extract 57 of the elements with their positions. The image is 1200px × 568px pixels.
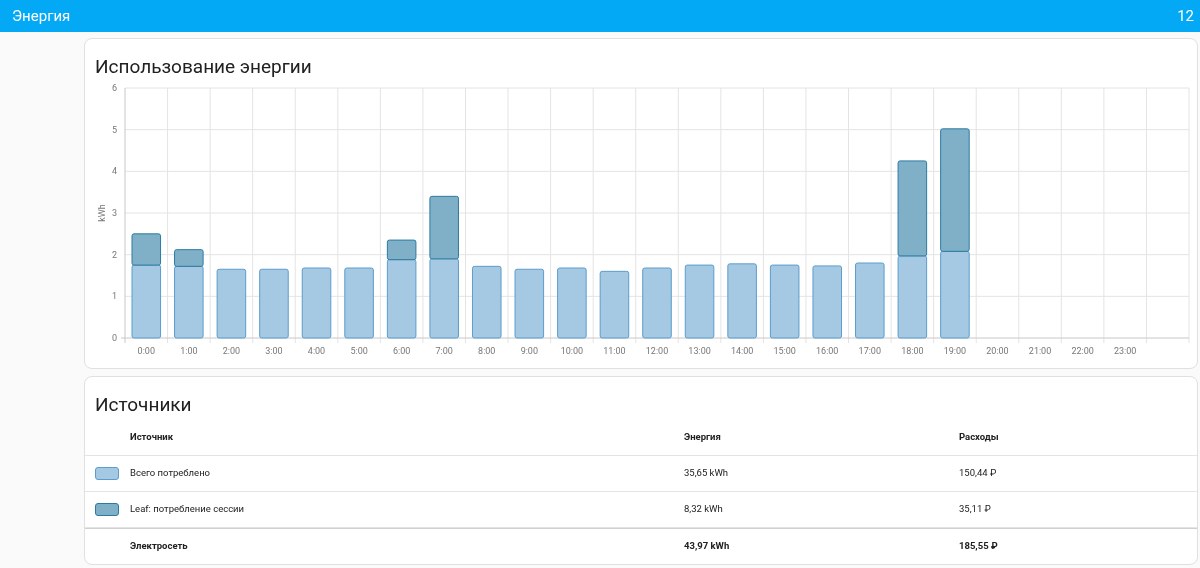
- x-tick-label: 4:00: [307, 346, 326, 356]
- x-tick-label: 11:00: [603, 346, 626, 356]
- x-tick-label: 1:00: [180, 346, 198, 356]
- bar: [301, 267, 332, 339]
- x-tick-label: 22:00: [1071, 346, 1094, 356]
- x-tick-label: 17:00: [858, 346, 881, 356]
- bar: [259, 268, 289, 339]
- x-tick-label: 20:00: [986, 346, 1009, 356]
- date-label: 12: [1177, 5, 1195, 27]
- table-cell: Leaf: потребление сессии: [130, 503, 245, 515]
- x-tick-label: 2:00: [222, 346, 241, 356]
- bar: [514, 268, 545, 339]
- total-cell: 43,97 kWh: [684, 540, 730, 552]
- column-header: Расходы: [959, 431, 999, 443]
- x-tick-label: 13:00: [688, 346, 711, 356]
- y-tick-label: 0: [111, 333, 117, 343]
- x-tick-label: 9:00: [520, 346, 538, 356]
- table-cell: Всего потреблено: [130, 467, 211, 479]
- x-tick-label: 5:00: [350, 346, 368, 356]
- x-tick-label: 15:00: [773, 346, 796, 356]
- column-header: Энергия: [684, 431, 721, 443]
- card-title: Источники: [94, 392, 193, 418]
- x-tick-label: 8:00: [478, 346, 496, 356]
- total-cell: 185,55 ₽: [959, 540, 998, 552]
- x-tick-label: 10:00: [560, 346, 584, 356]
- x-tick-label: 14:00: [730, 346, 754, 356]
- bar: [216, 268, 247, 339]
- x-tick-label: 3:00: [265, 346, 283, 356]
- y-tick-label: 1: [111, 291, 117, 302]
- y-axis-label: kWh: [97, 204, 107, 222]
- bar: [429, 195, 459, 260]
- y-tick-label: 3: [111, 208, 117, 218]
- bar: [557, 267, 587, 339]
- y-tick-label: 4: [111, 166, 117, 177]
- x-tick-label: 12:00: [645, 346, 669, 356]
- y-tick-label: 5: [111, 124, 117, 135]
- card-title: Использование энергии: [94, 54, 313, 80]
- x-tick-label: 18:00: [901, 346, 924, 356]
- total-cell: Электросеть: [130, 540, 188, 552]
- x-tick-label: 21:00: [1028, 346, 1052, 356]
- x-tick-label: 0:00: [137, 346, 155, 356]
- table-cell: 150,44 ₽: [959, 467, 997, 479]
- y-tick-label: 2: [111, 249, 117, 260]
- x-tick-label: 7:00: [435, 346, 453, 356]
- x-tick-label: 19:00: [943, 346, 967, 356]
- page-title: Энергия: [12, 5, 71, 27]
- bar: [599, 270, 630, 339]
- table-cell: 35,11 ₽: [959, 503, 991, 515]
- x-tick-label: 23:00: [1113, 346, 1137, 356]
- column-header: Источник: [130, 431, 173, 443]
- bar: [344, 267, 374, 339]
- y-tick-label: 6: [111, 83, 117, 93]
- bar: [642, 267, 672, 339]
- table-cell: 35,65 kWh: [684, 467, 729, 479]
- x-tick-label: 16:00: [816, 346, 839, 356]
- x-tick-label: 6:00: [392, 346, 411, 356]
- table-cell: 8,32 kWh: [684, 503, 723, 515]
